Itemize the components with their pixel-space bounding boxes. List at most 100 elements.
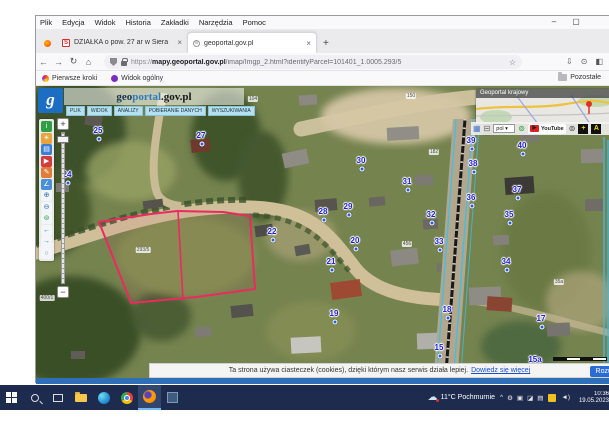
account-icon[interactable]: ⊙ bbox=[581, 57, 588, 66]
map-point-label-17[interactable]: 17 bbox=[537, 315, 546, 323]
extensions-icon[interactable]: ◧ bbox=[595, 57, 603, 66]
map-point-dot-25[interactable] bbox=[97, 137, 102, 142]
globe-green-icon[interactable]: ⊚ bbox=[518, 124, 525, 133]
maximize-button[interactable]: ▢ bbox=[569, 17, 583, 26]
settings-icon[interactable]: ○ bbox=[41, 248, 52, 259]
map-point-label-18[interactable]: 18 bbox=[443, 306, 452, 314]
tab-geoportal[interactable]: ⊚ geoportal.gov.pl × bbox=[187, 32, 317, 53]
geoportal-menu-plik[interactable]: PLIK bbox=[66, 106, 85, 116]
zoom-slider[interactable]: + − bbox=[57, 118, 70, 300]
map-point-dot-38[interactable] bbox=[472, 170, 477, 175]
sun-icon[interactable]: ☀ bbox=[41, 133, 52, 144]
map-point-dot-31[interactable] bbox=[406, 188, 411, 193]
map-point-label-15[interactable]: 15 bbox=[435, 344, 444, 352]
menu-item-4[interactable]: Historia bbox=[125, 18, 150, 27]
zoom-out-button[interactable]: − bbox=[57, 286, 69, 298]
home-icon[interactable]: ⌂ bbox=[81, 57, 96, 67]
edge-button[interactable] bbox=[92, 385, 115, 410]
menu-item-5[interactable]: Zakładki bbox=[161, 18, 189, 27]
bookmark-star-icon[interactable]: ☆ bbox=[509, 58, 516, 67]
video-icon[interactable]: ▶ bbox=[41, 156, 52, 167]
map-point-label-21[interactable]: 21 bbox=[327, 258, 336, 266]
map-point-dot-15[interactable] bbox=[438, 354, 443, 359]
zoom-track[interactable] bbox=[61, 132, 65, 284]
map-point-dot-21[interactable] bbox=[330, 268, 335, 273]
menu-item-6[interactable]: Narzędzia bbox=[199, 18, 233, 27]
cookie-accept-button[interactable]: Rozumiem bbox=[590, 366, 609, 377]
map-point-label-29[interactable]: 29 bbox=[344, 203, 353, 211]
tray-icon-4[interactable]: ◪ bbox=[527, 394, 533, 402]
geoportal-menu-widok[interactable]: WIDOK bbox=[87, 106, 112, 116]
grid-icon[interactable]: ▦ bbox=[473, 124, 481, 133]
overview-minimap[interactable]: Geoportal krajowy bbox=[476, 89, 609, 124]
tray-icon-5[interactable]: ▤ bbox=[537, 394, 543, 402]
map-point-dot-34[interactable] bbox=[505, 268, 510, 273]
tray-icon-3[interactable]: ▣ bbox=[517, 394, 523, 402]
map-point-label-22[interactable]: 22 bbox=[268, 228, 277, 236]
lock-icon[interactable] bbox=[121, 61, 127, 66]
taskbar-weather[interactable]: ☁ 11°C Pochmurnie bbox=[428, 392, 495, 403]
geoportal-menu-pobieranie-danych[interactable]: POBIERANIE DANYCH bbox=[145, 106, 206, 116]
map-point-dot-36[interactable] bbox=[470, 204, 475, 209]
tray-app-icon[interactable] bbox=[548, 394, 556, 402]
map-point-dot-32[interactable] bbox=[430, 221, 435, 226]
map-point-dot-28[interactable] bbox=[322, 218, 327, 223]
menu-item-1[interactable]: Plik bbox=[40, 18, 52, 27]
youtube-button[interactable]: ▶ YouTube bbox=[528, 124, 566, 134]
photos-app-button[interactable] bbox=[161, 385, 184, 410]
map-point-label-36[interactable]: 36 bbox=[467, 194, 476, 202]
cookie-more-link[interactable]: Dowiedz się więcej bbox=[471, 367, 530, 374]
bookmark-pierwsze-kroki[interactable]: Pierwsze kroki bbox=[42, 75, 97, 82]
menu-item-3[interactable]: Widok bbox=[95, 18, 116, 27]
minimize-button[interactable]: – bbox=[547, 17, 561, 26]
map-point-dot-22[interactable] bbox=[271, 238, 276, 243]
firefox-pinned-icon[interactable] bbox=[44, 40, 51, 47]
zoom-in-icon[interactable]: ⊕ bbox=[41, 190, 52, 201]
contrast-plus-button[interactable]: + bbox=[578, 124, 588, 134]
taskbar-search-button[interactable] bbox=[23, 385, 46, 410]
map-point-label-38[interactable]: 38 bbox=[469, 160, 478, 168]
map-point-label-27[interactable]: 27 bbox=[197, 132, 206, 140]
map-point-dot-35[interactable] bbox=[508, 221, 513, 226]
tab-dzialka[interactable]: S DZIAŁKA o pow. 27 ar w Siera × bbox=[57, 32, 187, 53]
map-point-dot-33[interactable] bbox=[438, 248, 443, 253]
map-point-dot-37[interactable] bbox=[516, 196, 521, 201]
back-icon[interactable]: ← bbox=[36, 57, 51, 67]
map-point-label-40[interactable]: 40 bbox=[518, 142, 527, 150]
zoom-out-icon[interactable]: ⊖ bbox=[41, 202, 52, 213]
geoportal-logo[interactable]: g bbox=[38, 88, 63, 113]
map-point-label-39[interactable]: 39 bbox=[467, 137, 476, 145]
language-select[interactable]: pol ▾ bbox=[493, 124, 515, 133]
forward-extent-icon[interactable]: → bbox=[41, 236, 52, 247]
reload-icon[interactable]: ↻ bbox=[66, 56, 81, 67]
contrast-font-button[interactable]: A bbox=[591, 124, 601, 134]
volume-icon[interactable]: ◄) bbox=[561, 394, 570, 401]
back-extent-icon[interactable]: ← bbox=[41, 225, 52, 236]
map-point-label-32[interactable]: 32 bbox=[427, 211, 436, 219]
menu-item-2[interactable]: Edycja bbox=[62, 18, 85, 27]
tray-icon-2[interactable]: ⚙ bbox=[507, 394, 513, 402]
url-bar[interactable]: https://mapy.geoportal.gov.pl/imap/Imgp_… bbox=[104, 55, 522, 69]
map-point-dot-19[interactable] bbox=[333, 320, 338, 325]
map-point-label-37[interactable]: 37 bbox=[513, 186, 522, 194]
map-viewport[interactable]: 2527243031292832222033213439403837363519… bbox=[36, 86, 609, 384]
file-explorer-button[interactable] bbox=[69, 385, 92, 410]
draw-icon[interactable]: ✎ bbox=[41, 167, 52, 178]
tracking-shield-icon[interactable] bbox=[110, 58, 117, 66]
map-point-dot-39[interactable] bbox=[470, 147, 475, 152]
map-point-dot-27[interactable] bbox=[200, 142, 205, 147]
zoom-in-button[interactable]: + bbox=[57, 118, 69, 130]
taskbar-clock[interactable]: 10:36 19.05.2023 bbox=[575, 391, 609, 405]
map-point-label-28[interactable]: 28 bbox=[319, 208, 328, 216]
map-point-label-20[interactable]: 20 bbox=[351, 237, 360, 245]
task-view-button[interactable] bbox=[46, 385, 69, 410]
chrome-button[interactable] bbox=[115, 385, 138, 410]
menu-item-7[interactable]: Pomoc bbox=[243, 18, 266, 27]
firefox-button[interactable] bbox=[138, 385, 161, 410]
measure-icon[interactable]: ∠ bbox=[41, 179, 52, 190]
globe-icon[interactable]: ⊚ bbox=[569, 124, 576, 133]
map-point-dot-20[interactable] bbox=[354, 247, 359, 252]
map-point-label-34[interactable]: 34 bbox=[502, 258, 511, 266]
map-point-label-30[interactable]: 30 bbox=[357, 157, 366, 165]
zoom-handle[interactable] bbox=[57, 136, 69, 143]
